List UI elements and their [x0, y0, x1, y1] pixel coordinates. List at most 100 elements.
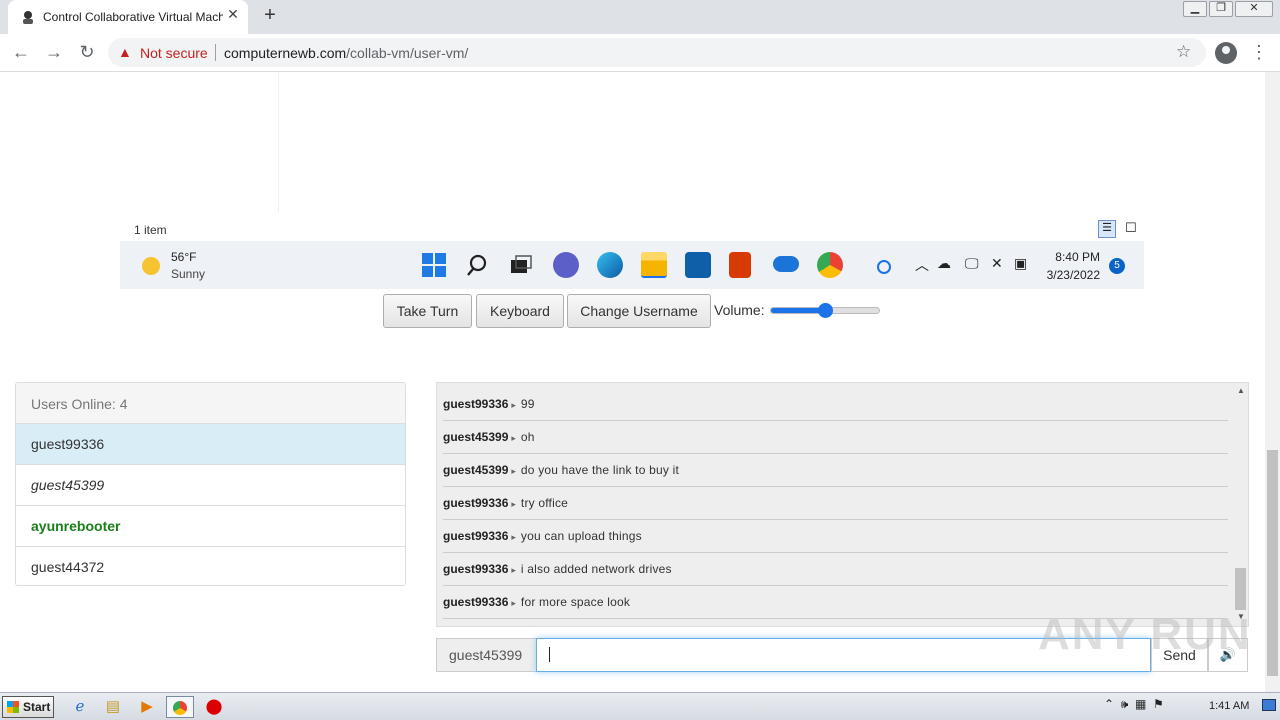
chat-message-username[interactable]: guest99336: [443, 562, 508, 576]
browser-toolbar: ← → ↻ ▲ Not secure computernewb.com/coll…: [0, 34, 1280, 72]
flag-icon[interactable]: ⚑: [1153, 697, 1164, 711]
onedrive-tray-icon[interactable]: ☁: [937, 255, 951, 272]
host-clock[interactable]: 1:41 AM: [1209, 700, 1249, 712]
chrome-icon[interactable]: [817, 252, 843, 278]
chat-message-text: do you have the link to buy it: [520, 463, 680, 477]
vm-clock-date[interactable]: 3/23/2022: [1038, 268, 1100, 282]
restore-window-icon[interactable]: ❐: [1209, 1, 1233, 17]
minimize-window-icon[interactable]: ▁: [1183, 1, 1207, 17]
weather-temperature[interactable]: 56°F: [171, 250, 196, 264]
online-users-panel: Users Online: 4 guest99336 guest45399 ay…: [15, 382, 406, 586]
chevron-up-icon[interactable]: ︿: [915, 255, 929, 275]
chat-message-text: oh: [520, 430, 535, 444]
chrome-taskbar-icon[interactable]: [166, 696, 194, 718]
tray-expand-icon[interactable]: ⌃: [1104, 697, 1114, 711]
change-username-button[interactable]: Change Username: [567, 294, 711, 328]
chat-arrow-icon: ▸: [511, 532, 516, 542]
chat-scrollbar[interactable]: ▲ ▼: [1233, 383, 1248, 626]
windows-start-icon[interactable]: [422, 253, 446, 277]
file-explorer-icon[interactable]: [641, 252, 667, 278]
url-path: /collab-vm/user-vm/: [346, 45, 469, 61]
search-icon[interactable]: [467, 253, 491, 277]
user-list-item[interactable]: guest44372: [16, 547, 405, 585]
battery-icon[interactable]: ▣: [1014, 255, 1027, 272]
tab-close-icon[interactable]: ✕: [224, 6, 242, 23]
user-list-item[interactable]: guest99336: [16, 424, 405, 465]
chat-arrow-icon: ▸: [511, 565, 516, 575]
url-text[interactable]: computernewb.com/collab-vm/user-vm/: [224, 45, 468, 61]
notification-badge[interactable]: 5: [1109, 258, 1125, 274]
network-tray-icon[interactable]: 🖵: [965, 255, 979, 272]
network-icon[interactable]: ▦: [1135, 697, 1146, 711]
chat-message-text: you can upload things: [520, 529, 642, 543]
chat-arrow-icon: ▸: [511, 499, 516, 509]
chat-log[interactable]: guest99336 ▸ 99 guest45399 ▸ oh guest45399 ▸ do …: [436, 382, 1249, 627]
weather-description[interactable]: Sunny: [171, 267, 205, 281]
volume-slider[interactable]: [770, 303, 880, 318]
volume-slider-thumb[interactable]: [818, 303, 833, 318]
page-scroll-thumb[interactable]: [1267, 450, 1278, 676]
profile-avatar-icon[interactable]: [1215, 42, 1237, 64]
not-secure-label[interactable]: Not secure: [140, 45, 208, 61]
chat-message-username[interactable]: guest99336: [443, 595, 508, 609]
browser-menu-icon[interactable]: ⋮: [1250, 42, 1268, 63]
close-window-icon[interactable]: ✕: [1235, 1, 1273, 17]
teams-chat-icon[interactable]: [553, 252, 579, 278]
onedrive-icon[interactable]: [773, 256, 799, 272]
chat-message-username[interactable]: guest99336: [443, 496, 508, 510]
start-button[interactable]: Start: [2, 696, 54, 718]
loading-cursor-icon: [877, 260, 891, 274]
anyrun-watermark: ANY RUN: [1038, 610, 1252, 659]
sun-weather-icon[interactable]: [142, 257, 160, 275]
address-bar[interactable]: ▲ Not secure computernewb.com/collab-vm/…: [108, 38, 1206, 67]
chat-message-username[interactable]: guest45399: [443, 430, 508, 444]
host-taskbar: Start ℯ ▤ ▶ ⬤ ⌃ 🕪 ▦ ⚑ 1:41 AM: [0, 692, 1280, 720]
edge-browser-icon[interactable]: [597, 252, 623, 278]
host-tray-icons[interactable]: ⌃ 🕪 ▦ ⚑: [1104, 697, 1164, 712]
back-icon[interactable]: ←: [10, 42, 32, 63]
folder-icon[interactable]: ▤: [99, 696, 127, 718]
chat-arrow-icon: ▸: [511, 433, 516, 443]
user-list-item[interactable]: ayunrebooter: [16, 506, 405, 547]
details-view-icon[interactable]: ☰: [1098, 220, 1116, 238]
office-icon[interactable]: [729, 252, 751, 278]
volume-tray-icon[interactable]: 🕪: [1121, 697, 1129, 711]
vm-clock-time[interactable]: 8:40 PM: [1038, 250, 1100, 264]
show-desktop-icon[interactable]: [1262, 699, 1276, 711]
tiles-view-icon[interactable]: ☐: [1122, 220, 1140, 238]
omnibox-divider: [215, 44, 216, 61]
item-count: 1 item: [134, 223, 167, 237]
user-list-item[interactable]: guest45399: [16, 465, 405, 506]
chat-message-text: for more space look: [520, 595, 631, 609]
chat-arrow-icon: ▸: [511, 466, 516, 476]
chat-message-username[interactable]: guest99336: [443, 397, 508, 411]
vm-windows-taskbar[interactable]: 56°F Sunny ︿ ☁ 🖵 ✕ ▣ 8:40 PM 3/23/2022 5: [120, 241, 1144, 289]
chat-arrow-icon: ▸: [511, 598, 516, 608]
chat-message-username[interactable]: guest45399: [443, 463, 508, 477]
take-turn-button[interactable]: Take Turn: [383, 294, 472, 328]
browser-tab[interactable]: Control Collaborative Virtual Machine ✕: [8, 0, 248, 34]
media-player-icon[interactable]: ▶: [133, 696, 161, 718]
vm-explorer-statusbar: 1 item ☰ ☐: [120, 219, 1144, 241]
chat-message-username[interactable]: guest99336: [443, 529, 508, 543]
warning-icon[interactable]: ▲: [118, 44, 132, 60]
task-view-icon[interactable]: [510, 255, 532, 275]
collabvm-favicon-icon: [23, 11, 33, 24]
reload-icon[interactable]: ↻: [76, 42, 98, 63]
bookmark-star-icon[interactable]: ☆: [1176, 42, 1191, 62]
chat-scroll-thumb[interactable]: [1235, 568, 1246, 610]
chat-username-label: guest45399: [436, 638, 537, 672]
chat-message: guest45399 ▸ do you have the link to buy i…: [443, 454, 1228, 487]
forward-icon[interactable]: →: [43, 42, 65, 63]
page-scrollbar[interactable]: [1265, 72, 1280, 692]
scroll-up-icon[interactable]: ▲: [1237, 386, 1245, 395]
keyboard-button[interactable]: Keyboard: [476, 294, 564, 328]
internet-explorer-icon[interactable]: ℯ: [66, 696, 94, 718]
chat-arrow-icon: ▸: [511, 400, 516, 410]
opera-icon[interactable]: ⬤: [200, 696, 228, 718]
store-icon[interactable]: [685, 252, 711, 278]
speaker-muted-icon[interactable]: ✕: [991, 255, 1003, 272]
chat-message-text: 99: [520, 397, 535, 411]
chat-message: guest99336 ▸ try office: [443, 487, 1228, 520]
new-tab-icon[interactable]: +: [259, 4, 281, 27]
